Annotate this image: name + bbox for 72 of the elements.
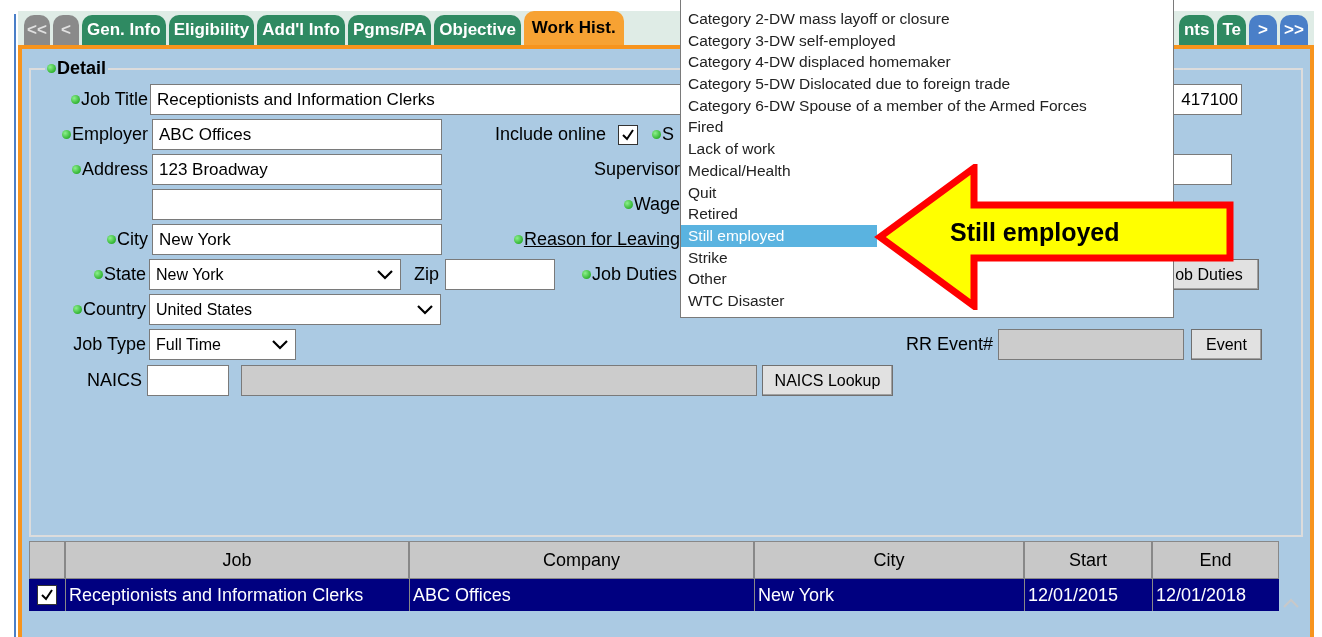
- chevron-down-icon: [271, 338, 289, 351]
- tab[interactable]: Pgms/PA: [347, 15, 432, 45]
- tab[interactable]: Add'l Info: [257, 15, 345, 45]
- dropdown-option[interactable]: Category 4-DW displaced homemaker: [681, 51, 958, 74]
- field-label: S: [662, 123, 674, 146]
- field-label: NAICS: [87, 369, 142, 392]
- table-cell: 12/01/2018: [1152, 579, 1279, 611]
- field-label: RR Event#: [905, 333, 993, 356]
- field-label: State: [103, 263, 146, 286]
- field-label: Job Type: [73, 333, 146, 356]
- form-button[interactable]: NAICS Lookup: [762, 365, 893, 396]
- text-field[interactable]: New York: [152, 224, 442, 255]
- header-corner: [29, 541, 65, 579]
- form-button[interactable]: Event: [1191, 329, 1262, 360]
- tab[interactable]: Work Hist.: [523, 11, 624, 45]
- dropdown-option[interactable]: Other: [681, 268, 877, 290]
- field-label: Wage: [633, 193, 680, 216]
- tab[interactable]: nts: [1178, 15, 1215, 45]
- field-label: Job Duties: [591, 263, 677, 286]
- column-header[interactable]: City: [754, 541, 1024, 579]
- column-header[interactable]: Job: [65, 541, 409, 579]
- field-label: Address: [81, 158, 148, 181]
- tab[interactable]: Eligibility: [168, 15, 255, 45]
- text-field[interactable]: [241, 365, 757, 396]
- field-label: Job Title: [80, 88, 148, 111]
- nav-tab[interactable]: >: [1249, 15, 1277, 45]
- table-cell: 12/01/2015: [1024, 579, 1152, 611]
- chevron-down-icon: [376, 268, 394, 281]
- dropdown-option[interactable]: Medical/Health: [681, 159, 877, 182]
- text-field[interactable]: ABC Offices: [152, 119, 442, 150]
- dropdown-option[interactable]: WTC Disaster: [681, 289, 877, 312]
- include-online-checkbox[interactable]: [618, 124, 638, 145]
- check-icon: [40, 588, 54, 602]
- field-label: Employer: [71, 123, 148, 146]
- table-row[interactable]: Receptionists and Information Clerks ABC Offices New York 12/01/2015 12/01/2018: [29, 579, 1279, 611]
- table-cell: ABC Offices: [409, 579, 754, 611]
- dropdown-option[interactable]: Fired: [681, 116, 877, 139]
- field-label: Zip: [414, 263, 439, 286]
- dropdown-option[interactable]: Quit: [681, 181, 877, 204]
- chevron-down-icon: [416, 303, 434, 316]
- dropdown-option[interactable]: Lack of work: [681, 138, 877, 160]
- field-label: Country: [82, 298, 146, 321]
- callout-text: Still employed: [950, 217, 1120, 248]
- dropdown-option[interactable]: Retired: [681, 203, 877, 225]
- dropdown-option[interactable]: Category 2-DW mass layoff or closure: [681, 8, 957, 30]
- column-header[interactable]: Start: [1024, 541, 1152, 579]
- text-field[interactable]: [998, 329, 1184, 360]
- checkbox-label: Include online: [494, 123, 606, 146]
- field-label: City: [117, 228, 148, 251]
- table-cell: Receptionists and Information Clerks: [65, 579, 409, 611]
- check-icon: [621, 127, 635, 142]
- dropdown-option[interactable]: Category 3-DW self-employed: [681, 29, 903, 52]
- nav-tab[interactable]: >>: [1280, 15, 1308, 45]
- select-field[interactable]: Full Time: [149, 329, 296, 360]
- text-field[interactable]: [445, 259, 555, 290]
- table-cell: New York: [754, 579, 1024, 611]
- tab[interactable]: Objective: [434, 15, 521, 45]
- text-field[interactable]: [147, 365, 229, 396]
- dropdown-option[interactable]: Strike: [681, 246, 877, 269]
- text-field[interactable]: [152, 189, 442, 220]
- row-checkbox[interactable]: [37, 585, 57, 605]
- tab[interactable]: Gen. Info: [82, 15, 166, 45]
- column-header[interactable]: Company: [409, 541, 754, 579]
- tab[interactable]: Te: [1217, 15, 1246, 45]
- select-field[interactable]: United States: [149, 294, 441, 325]
- select-field[interactable]: New York: [149, 259, 401, 290]
- dropdown-option[interactable]: Category 6-DW Spouse of a member of the Armed Forces: [681, 94, 1094, 117]
- field-label: Supervisor: [593, 158, 680, 181]
- text-field[interactable]: 123 Broadway: [152, 154, 442, 185]
- column-header[interactable]: End: [1152, 541, 1279, 579]
- group-title: Detail: [57, 57, 107, 80]
- reason-link[interactable]: Reason for Leaving: [523, 226, 680, 253]
